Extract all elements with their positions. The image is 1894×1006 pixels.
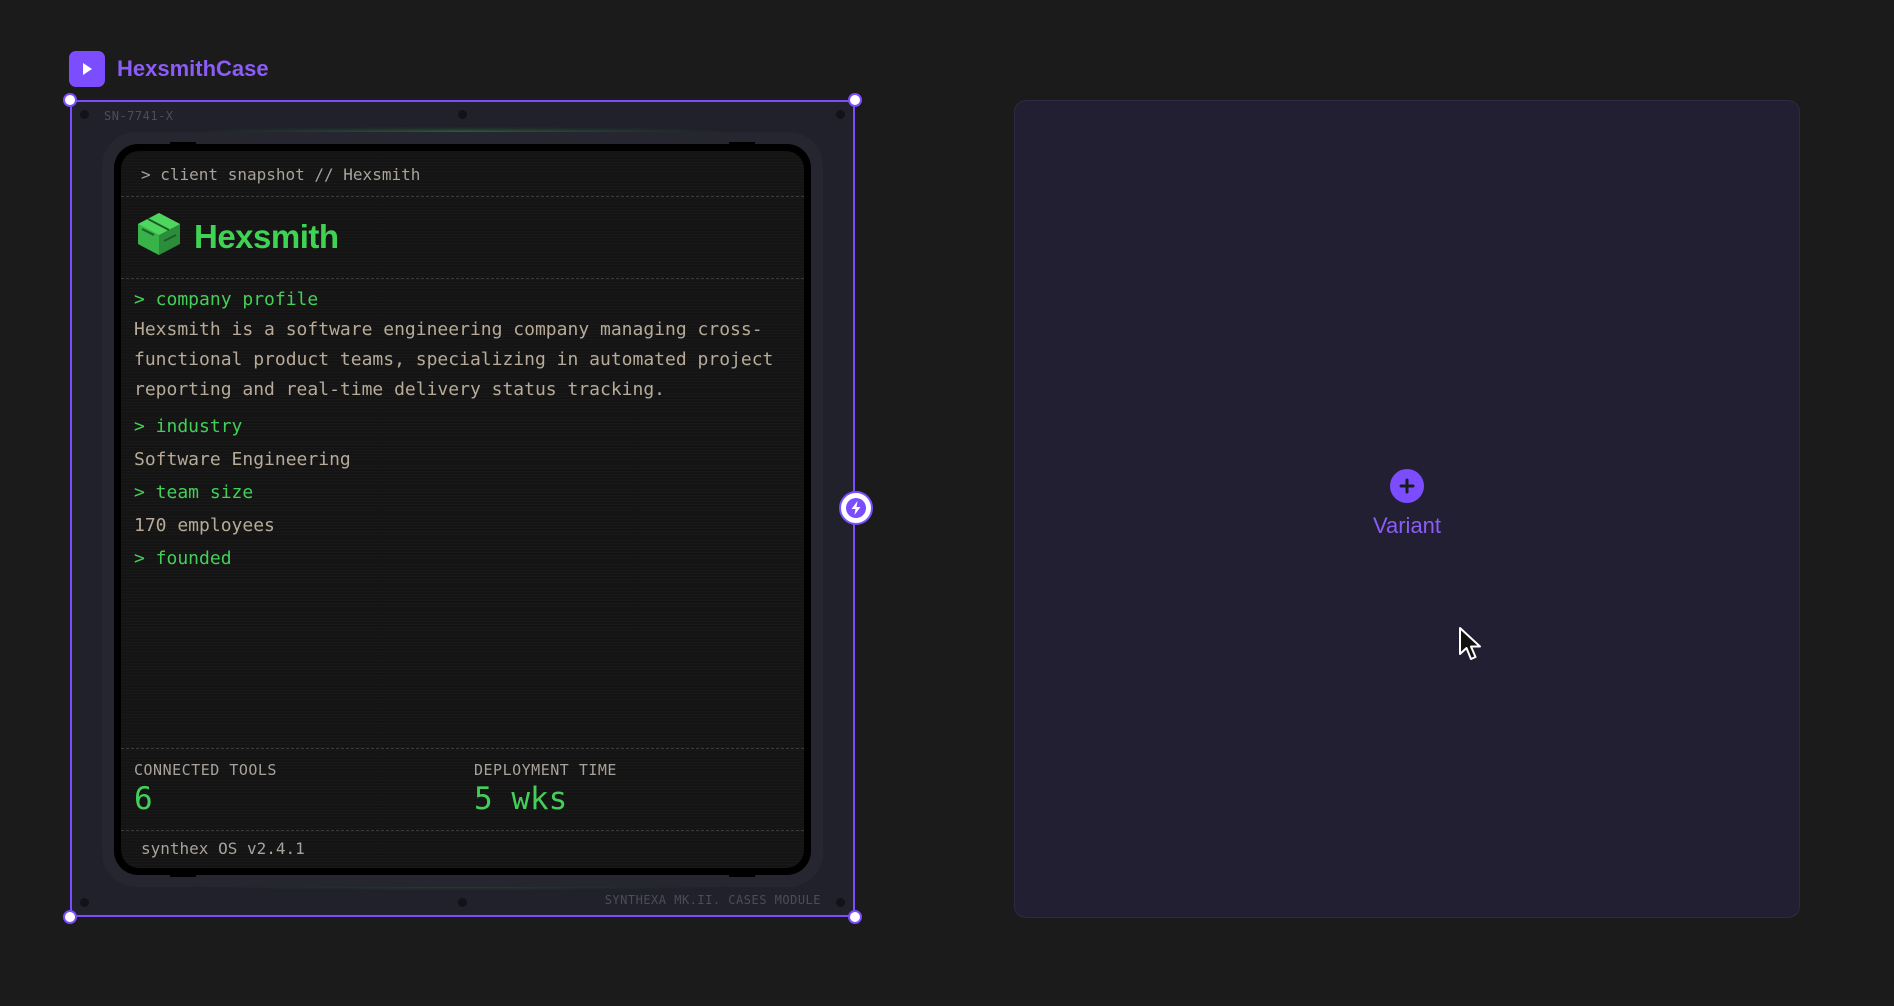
variant-panel[interactable]: Variant: [1014, 100, 1800, 918]
resize-handle-bottom-left[interactable]: [63, 910, 77, 924]
canvas: HexsmithCase SN-7741-X SYNTHEXA MK.II. C…: [0, 0, 1894, 1006]
play-icon[interactable]: [69, 51, 105, 87]
selection-box: [70, 100, 855, 917]
component-label[interactable]: HexsmithCase: [69, 51, 269, 87]
resize-handle-top-right[interactable]: [848, 93, 862, 107]
variant-label[interactable]: Variant: [1373, 513, 1441, 539]
lightning-icon[interactable]: [839, 491, 873, 525]
add-variant-button[interactable]: Variant: [1015, 469, 1799, 539]
resize-handle-bottom-right[interactable]: [848, 910, 862, 924]
component-name[interactable]: HexsmithCase: [117, 56, 269, 82]
resize-handle-top-left[interactable]: [63, 93, 77, 107]
plus-icon[interactable]: [1390, 469, 1424, 503]
cursor-icon: [1458, 626, 1484, 667]
